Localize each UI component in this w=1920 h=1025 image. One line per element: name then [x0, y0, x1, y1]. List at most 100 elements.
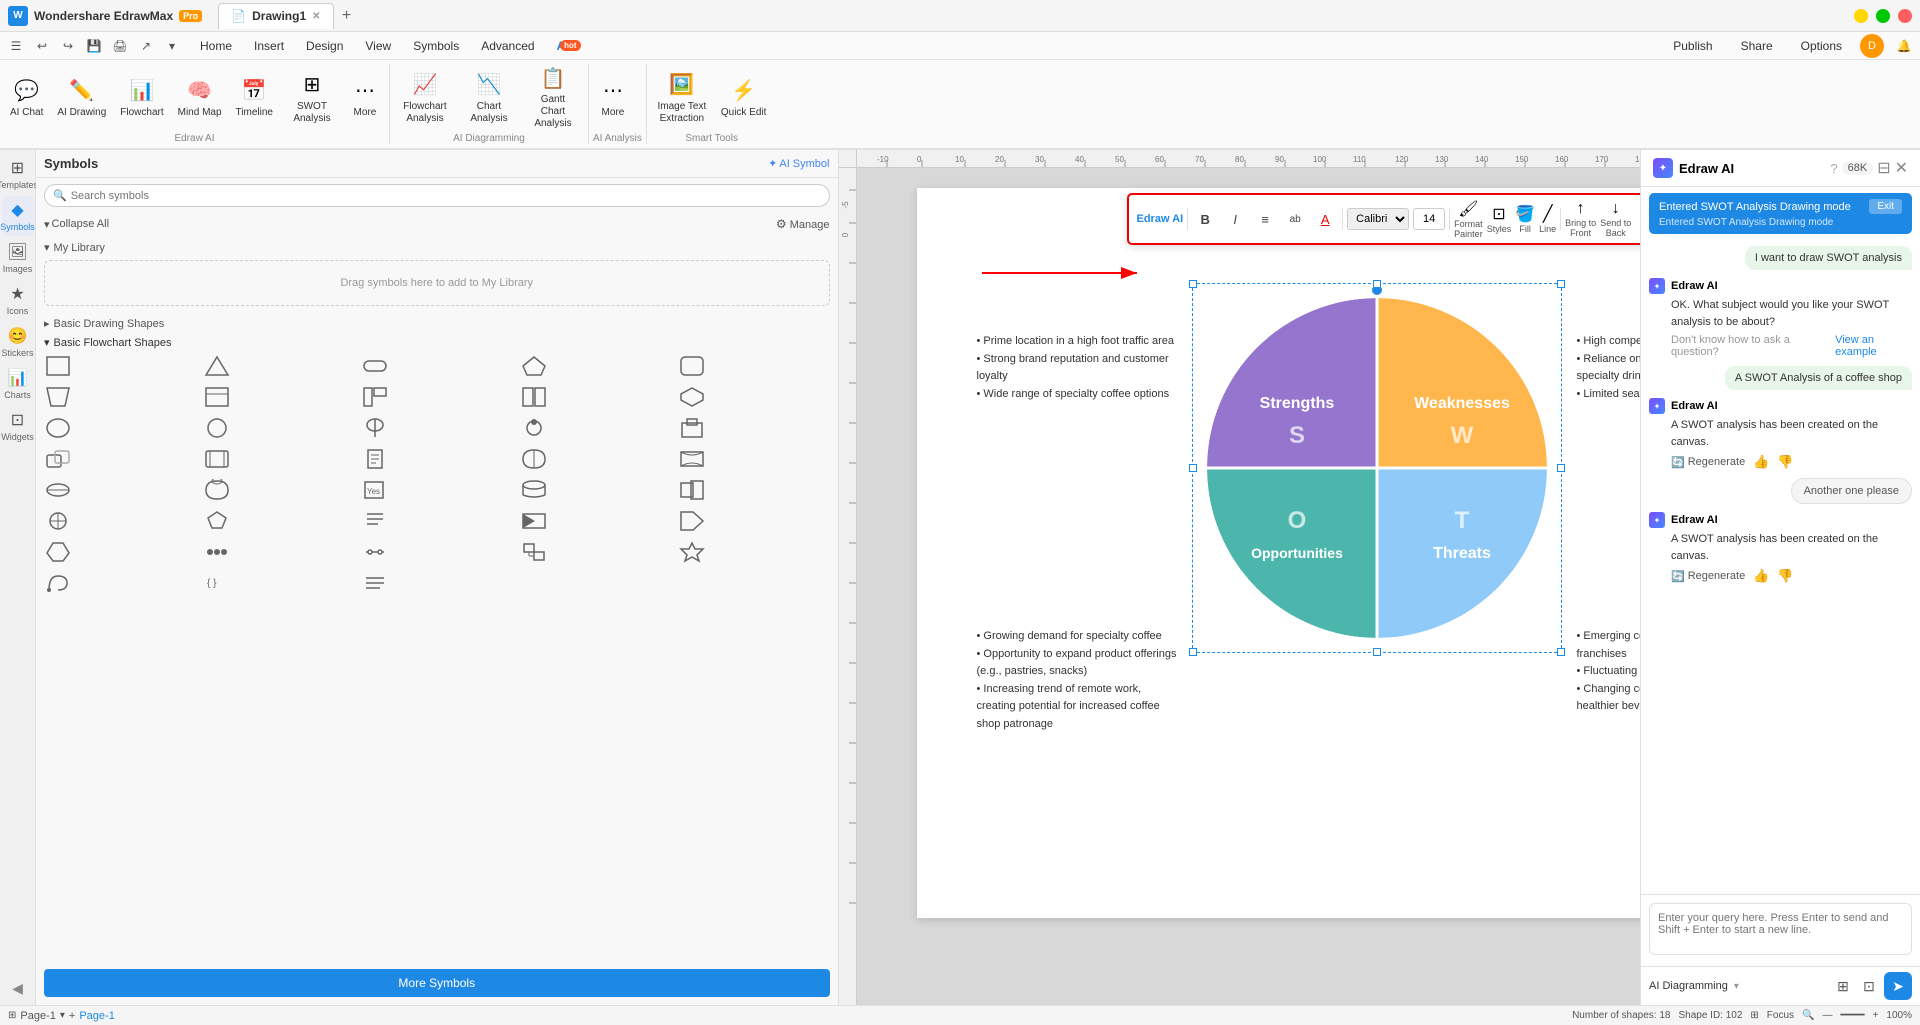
shape-item[interactable] — [518, 476, 550, 504]
selection-handle-br[interactable] — [1557, 648, 1565, 656]
ai-chat-button[interactable]: 💬 AI Chat — [4, 66, 49, 130]
page-tab[interactable]: Page-1 — [79, 1010, 114, 1022]
canvas-area[interactable]: -10 0 10 20 30 40 50 60 70 80 90 100 110… — [839, 150, 1641, 1005]
regenerate-button-1[interactable]: 🔄 Regenerate — [1671, 456, 1745, 469]
bring-to-front-button[interactable]: ↑ Bring toFront — [1565, 200, 1596, 238]
shape-item[interactable] — [518, 445, 550, 473]
shape-item[interactable] — [201, 507, 233, 535]
shape-item[interactable] — [201, 352, 233, 380]
shape-item[interactable] — [359, 445, 391, 473]
tab-close[interactable]: ✕ — [312, 11, 320, 22]
selection-handle-bl[interactable] — [1189, 648, 1197, 656]
menu-view[interactable]: View — [355, 36, 401, 56]
ai-grid-icon[interactable]: ⊞ — [1832, 975, 1854, 997]
text-case-button[interactable]: ab — [1282, 206, 1308, 232]
page-label[interactable]: Page-1 — [20, 1010, 55, 1022]
user-avatar[interactable]: D — [1860, 34, 1884, 58]
add-page-button[interactable]: + — [69, 1010, 75, 1022]
selection-handle-tm[interactable] — [1373, 280, 1381, 288]
shape-item[interactable] — [42, 445, 74, 473]
shape-item[interactable] — [359, 507, 391, 535]
styles-button[interactable]: ⊡ Styles — [1487, 204, 1512, 234]
shape-item[interactable] — [676, 476, 708, 504]
sidebar-item-templates[interactable]: ⊞ Templates — [2, 154, 34, 194]
sidebar-item-stickers[interactable]: 😊 Stickers — [2, 322, 34, 362]
save-button[interactable]: 💾 — [82, 34, 106, 58]
sidebar-item-symbols[interactable]: ◆ Symbols — [2, 196, 34, 236]
shape-item[interactable] — [676, 538, 708, 566]
undo-button[interactable]: ↩ — [30, 34, 54, 58]
ai-send-button[interactable]: ➤ — [1884, 972, 1912, 1000]
thumbs-up-2[interactable]: 👍 — [1753, 568, 1769, 584]
notification-button[interactable]: 🔔 — [1892, 34, 1916, 58]
menu-symbols[interactable]: Symbols — [403, 36, 469, 56]
thumbs-down-1[interactable]: 👎 — [1777, 454, 1793, 470]
shape-item[interactable] — [359, 383, 391, 411]
shape-item[interactable] — [518, 414, 550, 442]
font-size-input[interactable] — [1413, 208, 1445, 230]
menu-insert[interactable]: Insert — [244, 36, 294, 56]
selection-handle-tl[interactable] — [1189, 280, 1197, 288]
shape-item[interactable] — [676, 352, 708, 380]
canvas-background[interactable]: Edraw AI B I ≡ ab A Calibri — [857, 168, 1641, 1005]
toolbar-close-button[interactable]: ✕ — [1639, 211, 1640, 228]
send-to-back-button[interactable]: ↓ Send toBack — [1600, 200, 1631, 238]
basic-flowchart-title[interactable]: ▾ Basic Flowchart Shapes — [36, 333, 838, 352]
ai-help-icon[interactable]: ? — [1830, 161, 1837, 176]
shape-item[interactable] — [518, 569, 550, 597]
swot-button[interactable]: ⊞ SWOT Analysis — [281, 66, 343, 130]
dropdown-button[interactable]: ▾ — [160, 34, 184, 58]
shape-item[interactable] — [42, 352, 74, 380]
shape-item[interactable] — [518, 352, 550, 380]
shape-item[interactable] — [359, 569, 391, 597]
menu-design[interactable]: Design — [296, 36, 353, 56]
shape-item[interactable]: { } — [201, 569, 233, 597]
ai-format-icon[interactable]: ⊡ — [1858, 975, 1880, 997]
ai-panel-minimize[interactable]: ⊟ — [1877, 158, 1890, 178]
search-symbols-container[interactable]: 🔍 — [44, 184, 830, 207]
sidebar-item-widgets[interactable]: ⊡ Widgets — [2, 406, 34, 446]
fill-button[interactable]: 🪣 Fill — [1515, 204, 1535, 234]
flowchart-button[interactable]: 📊 Flowchart — [114, 66, 169, 130]
menu-home[interactable]: Home — [190, 36, 242, 56]
suggestion-button[interactable]: Another one please — [1791, 478, 1912, 504]
menu-ai[interactable]: AI hot — [547, 36, 579, 56]
shape-item[interactable]: Yes — [359, 476, 391, 504]
search-input[interactable] — [71, 190, 821, 202]
shape-item[interactable] — [676, 507, 708, 535]
menu-toggle[interactable]: ☰ — [4, 34, 28, 58]
shape-item[interactable] — [518, 507, 550, 535]
print-button[interactable]: 🖨 — [108, 34, 132, 58]
ai-symbol-button[interactable]: ✦ AI Symbol — [768, 157, 829, 170]
selection-handle-bm[interactable] — [1373, 648, 1381, 656]
ai-input[interactable] — [1649, 903, 1912, 955]
shape-item[interactable] — [518, 383, 550, 411]
shape-item[interactable] — [42, 569, 74, 597]
manage-button[interactable]: ⚙ Manage — [776, 217, 830, 231]
sidebar-item-icons[interactable]: ★ Icons — [2, 280, 34, 320]
shape-item[interactable] — [359, 352, 391, 380]
export-button[interactable]: ↗ — [134, 34, 158, 58]
page-dropdown[interactable]: ▾ — [60, 1010, 65, 1021]
shape-item[interactable] — [42, 476, 74, 504]
my-library-title[interactable]: ▾ My Library — [44, 239, 830, 256]
quick-edit-button[interactable]: ⚡ Quick Edit — [715, 66, 773, 130]
chart-analysis-button[interactable]: 📉 Chart Analysis — [458, 66, 520, 130]
publish-button[interactable]: Publish — [1663, 36, 1722, 56]
font-family-select[interactable]: Calibri — [1347, 208, 1409, 230]
shape-item[interactable] — [676, 383, 708, 411]
italic-button[interactable]: I — [1222, 206, 1248, 232]
flowchart-analysis-button[interactable]: 📈 Flowchart Analysis — [394, 66, 456, 130]
maximize-button[interactable] — [1876, 9, 1890, 23]
ai-panel-close[interactable]: ✕ — [1895, 158, 1908, 178]
image-text-button[interactable]: 🖼️ Image Text Extraction — [651, 66, 713, 130]
text-color-button[interactable]: A — [1312, 206, 1338, 232]
shape-item[interactable] — [201, 383, 233, 411]
close-button[interactable] — [1898, 9, 1912, 23]
shape-item[interactable] — [42, 538, 74, 566]
zoom-out-button[interactable]: — — [1822, 1010, 1832, 1021]
gantt-analysis-button[interactable]: 📋 Gantt Chart Analysis — [522, 66, 584, 130]
collapse-all-button[interactable]: ▾ Collapse All — [44, 218, 109, 231]
more-symbols-button[interactable]: More Symbols — [44, 969, 830, 997]
sidebar-item-images[interactable]: 🖼 Images — [2, 238, 34, 278]
